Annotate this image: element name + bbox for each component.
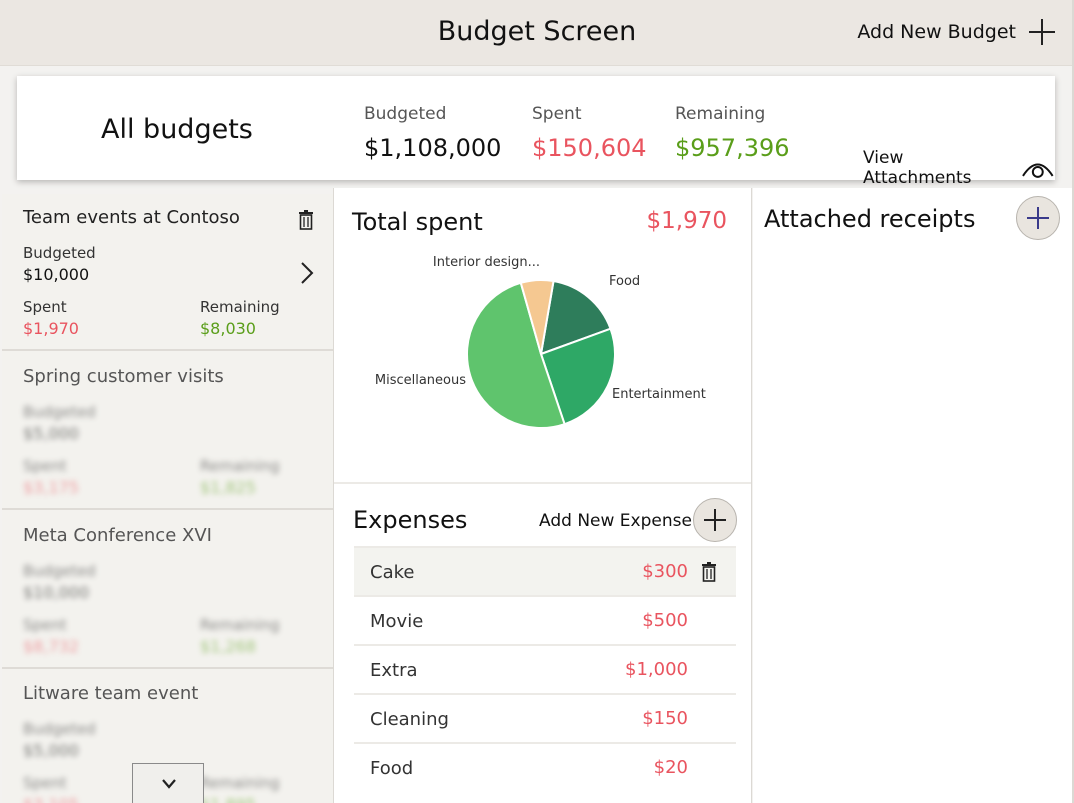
spent-value: $8,732 [23,637,79,656]
summary-spent: Spent $150,604 [532,104,647,162]
expense-name: Cleaning [370,709,449,730]
budget-card[interactable]: Meta Conference XVI Budgeted $10,000 Spe… [2,512,333,669]
chevron-down-icon [162,779,176,789]
remaining-label: Remaining [200,298,280,316]
app-header: Budget Screen Add New Budget [0,0,1074,66]
view-attachments-button[interactable]: View Attachments [863,148,1055,188]
budget-name: Litware team event [23,683,199,704]
spent-value: $3,175 [23,478,79,497]
remaining-value: $1,268 [200,637,256,656]
spent-value: $3,105 [23,795,79,803]
attached-receipts-title: Attached receipts [764,205,976,233]
plus-icon [1028,18,1056,46]
spent-label: Spent [23,774,67,792]
budgeted-label: Budgeted [23,720,96,738]
expense-list: Cake $300 Movie $500 Extra $1,000 Cleani… [354,546,736,791]
summary-budgeted-value: $1,108,000 [364,134,502,162]
expense-amount: $500 [642,610,688,631]
expense-row[interactable]: Cake $300 [354,546,736,595]
expense-name: Extra [370,660,418,681]
expenses-title: Expenses [353,506,468,534]
budgeted-value: $5,000 [23,741,79,760]
add-receipt-button[interactable] [1016,196,1060,240]
spent-value: $1,970 [23,319,79,338]
spent-label: Spent [23,457,67,475]
expense-row[interactable]: Cleaning $150 [354,693,736,742]
budgeted-value: $5,000 [23,424,79,443]
budget-detail-panel: Total spent $1,970 Food Entertainment Misc… [334,188,751,803]
budgeted-value: $10,000 [23,265,90,284]
budgeted-value: $10,000 [23,583,90,602]
remaining-value: $1,895 [200,795,256,803]
add-new-expense-label[interactable]: Add New Expense [539,511,692,531]
expense-name: Food [370,758,414,779]
budget-name: Team events at Contoso [23,207,240,228]
remaining-value: $8,030 [200,319,256,338]
remaining-label: Remaining [200,616,280,634]
spent-label: Spent [23,298,67,316]
expense-amount: $300 [642,561,688,582]
summary-budgeted: Budgeted $1,108,000 [364,104,501,162]
budget-card[interactable]: Team events at Contoso Budgeted $10,000 … [2,194,333,351]
budgeted-label: Budgeted [23,562,96,580]
remaining-value: $1,825 [200,478,256,497]
summary-spent-value: $150,604 [532,134,647,162]
summary-title: All budgets [101,114,253,145]
spent-label: Spent [23,616,67,634]
budget-name: Spring customer visits [23,366,224,387]
spending-pie-chart: Food Entertainment Miscellaneous Interior d… [334,248,751,478]
summary-remaining-value: $957,396 [675,134,790,162]
column-divider [751,188,752,803]
total-spent-value: $1,970 [646,208,727,234]
expense-name: Movie [370,611,424,632]
scroll-down-button[interactable] [132,763,204,803]
add-expense-button[interactable] [693,498,737,542]
section-divider [334,482,751,484]
trash-icon[interactable] [701,562,717,582]
trash-icon[interactable] [298,210,314,230]
total-spent-label: Total spent [352,208,483,236]
pie-label: Food [609,274,640,289]
expense-amount: $20 [653,757,688,778]
budgeted-label: Budgeted [23,244,96,262]
summary-budgeted-label: Budgeted [364,104,447,124]
expense-amount: $150 [642,708,688,729]
add-new-budget-button[interactable]: Add New Budget [857,18,1056,46]
expense-row[interactable]: Extra $1,000 [354,644,736,693]
pie-chart-svg: Food Entertainment Miscellaneous Interior d… [375,255,706,429]
pie-label: Interior design... [433,255,540,270]
expense-row[interactable]: Food $20 [354,742,736,791]
expense-row[interactable]: Movie $500 [354,595,736,644]
budget-card[interactable]: Spring customer visits Budgeted $5,000 S… [2,353,333,510]
receipts-panel: Attached receipts [753,188,1072,803]
budget-summary-card: All budgets Budgeted $1,108,000 Spent $1… [17,76,1055,188]
remaining-label: Remaining [200,457,280,475]
summary-spent-label: Spent [532,104,582,124]
view-attachments-label: View Attachments [863,148,972,188]
pie-label: Entertainment [612,387,706,402]
chevron-right-icon[interactable] [300,261,314,285]
eye-icon [1022,163,1054,178]
expense-amount: $1,000 [625,659,688,680]
pie-label: Miscellaneous [375,373,466,388]
remaining-label: Remaining [200,774,280,792]
summary-remaining-label: Remaining [675,104,766,124]
budget-list[interactable]: Team events at Contoso Budgeted $10,000 … [2,194,333,803]
budgeted-label: Budgeted [23,403,96,421]
budget-name: Meta Conference XVI [23,525,212,546]
expense-name: Cake [370,562,415,583]
summary-remaining: Remaining $957,396 [675,104,790,162]
add-new-budget-label: Add New Budget [857,21,1016,43]
